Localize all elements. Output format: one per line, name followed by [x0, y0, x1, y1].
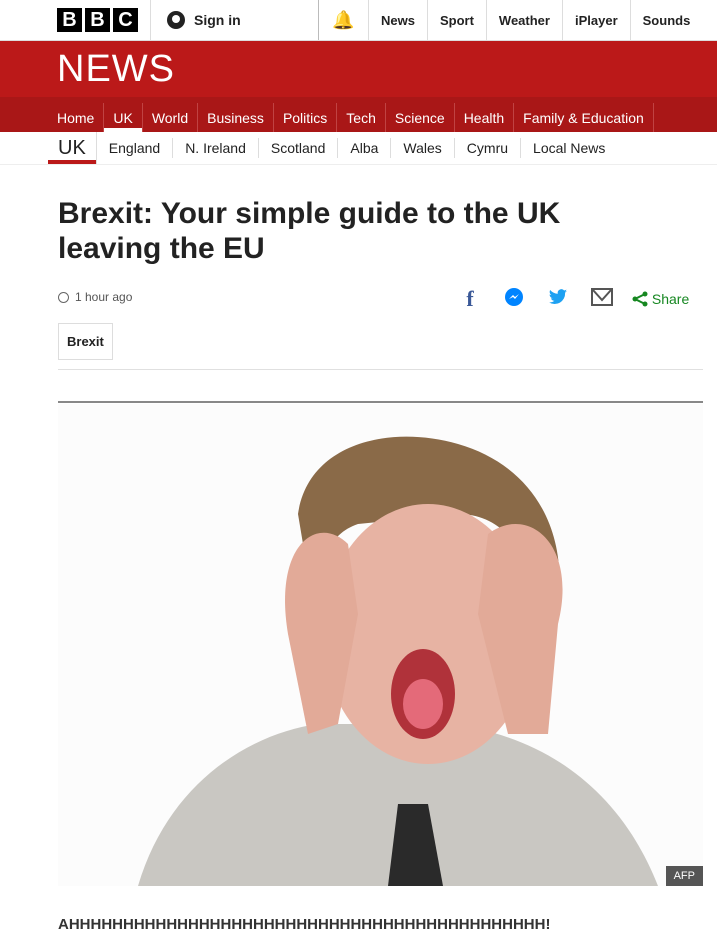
nav-world[interactable]: World — [143, 103, 199, 132]
share-button[interactable]: Share — [632, 291, 689, 307]
article-image: AFP — [58, 404, 703, 886]
subnav-wales[interactable]: Wales — [391, 138, 455, 158]
subnav-n-ireland[interactable]: N. Ireland — [173, 138, 259, 158]
subnav-cymru[interactable]: Cymru — [455, 138, 522, 158]
nav-health[interactable]: Health — [455, 103, 515, 132]
top-links: News Sport Weather iPlayer Sounds — [368, 0, 702, 40]
news-logo[interactable]: NEWS — [57, 48, 175, 91]
bbc-logo[interactable]: B B C — [57, 8, 138, 32]
sub-nav: UK England N. Ireland Scotland Alba Wale… — [0, 132, 717, 165]
sign-in-button[interactable]: Sign in — [150, 0, 318, 40]
image-credit: AFP — [665, 866, 703, 886]
share-tools: f Share — [448, 286, 689, 312]
logo-letter: B — [57, 8, 82, 32]
main-nav: Home UK World Business Politics Tech Sci… — [0, 97, 717, 132]
subnav-england[interactable]: England — [97, 138, 174, 158]
nav-science[interactable]: Science — [386, 103, 455, 132]
subnav-alba[interactable]: Alba — [338, 138, 392, 158]
nav-tech[interactable]: Tech — [337, 103, 386, 132]
user-icon — [167, 11, 185, 29]
logo-letter: B — [85, 8, 110, 32]
article-title: Brexit: Your simple guide to the UK leav… — [58, 197, 561, 265]
email-icon[interactable] — [580, 287, 624, 311]
masthead: NEWS — [0, 41, 717, 97]
clock-icon — [58, 291, 69, 303]
nav-home[interactable]: Home — [48, 103, 105, 132]
nav-uk[interactable]: UK — [104, 103, 143, 132]
screaming-man-photo — [138, 436, 658, 886]
top-link-weather[interactable]: Weather — [485, 0, 562, 40]
nav-business[interactable]: Business — [198, 103, 274, 132]
sign-in-label: Sign in — [194, 12, 241, 28]
nav-politics[interactable]: Politics — [274, 103, 338, 132]
top-link-iplayer[interactable]: iPlayer — [561, 0, 630, 40]
divider — [58, 369, 703, 370]
share-label: Share — [651, 291, 690, 307]
subnav-local-news[interactable]: Local News — [521, 138, 617, 158]
nav-family-education[interactable]: Family & Education — [514, 103, 654, 132]
article-body: AHHHHHHHHHHHHHHHHHHHHHHHHHHHHHHHHHHHHHHH… — [58, 916, 551, 933]
divider — [58, 401, 703, 403]
timestamp-text: 1 hour ago — [75, 290, 133, 304]
subnav-uk[interactable]: UK — [48, 132, 97, 164]
share-icon — [632, 291, 648, 307]
top-bar: B B C Sign in 🔔 News Sport Weather iPlay… — [0, 0, 717, 41]
facebook-icon[interactable]: f — [448, 286, 492, 312]
messenger-icon[interactable] — [492, 287, 536, 312]
top-link-sounds[interactable]: Sounds — [629, 0, 703, 40]
top-link-news[interactable]: News — [368, 0, 427, 40]
subnav-scotland[interactable]: Scotland — [259, 138, 339, 158]
logo-letter: C — [113, 8, 138, 32]
top-link-sport[interactable]: Sport — [426, 0, 486, 40]
bell-icon[interactable]: 🔔 — [318, 0, 368, 40]
topic-tag-brexit[interactable]: Brexit — [58, 323, 113, 360]
timestamp: 1 hour ago — [58, 290, 132, 304]
twitter-icon[interactable] — [536, 288, 580, 311]
